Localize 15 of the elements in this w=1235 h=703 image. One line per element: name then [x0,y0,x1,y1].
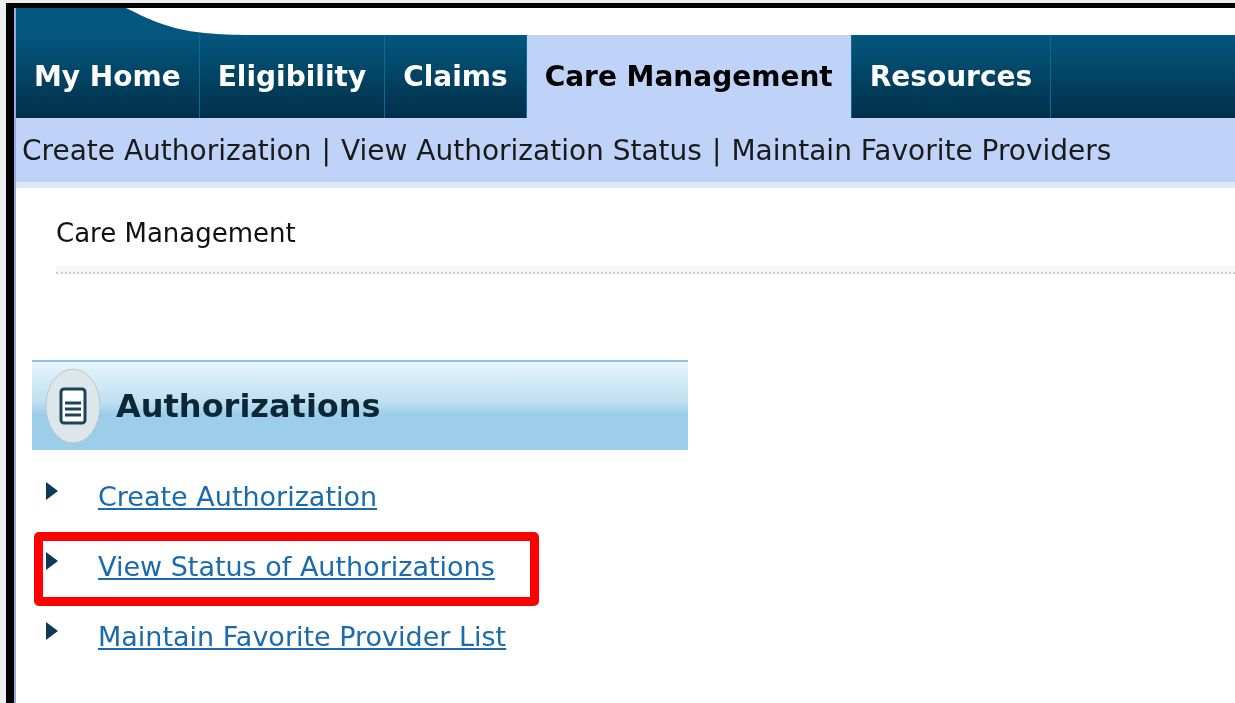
link[interactable]: View Status of Authorizations [98,550,495,582]
bullet-icon [46,552,58,570]
subnav-link[interactable]: Create Authorization [22,133,312,167]
subnav-link[interactable]: Maintain Favorite Providers [731,133,1112,167]
clipboard-icon [44,367,102,445]
breadcrumb: Care Management [56,218,297,248]
section-title: Authorizations [116,387,381,425]
link[interactable]: Create Authorization [98,480,378,512]
link[interactable]: Maintain Favorite Provider List [98,620,507,652]
nav-tab[interactable]: Care Management [526,35,852,118]
bullet-icon [46,482,58,500]
bullet-icon [46,622,58,640]
separator: | [321,133,331,167]
subnav-link[interactable]: View Authorization Status [340,133,702,167]
separator: | [711,133,722,167]
